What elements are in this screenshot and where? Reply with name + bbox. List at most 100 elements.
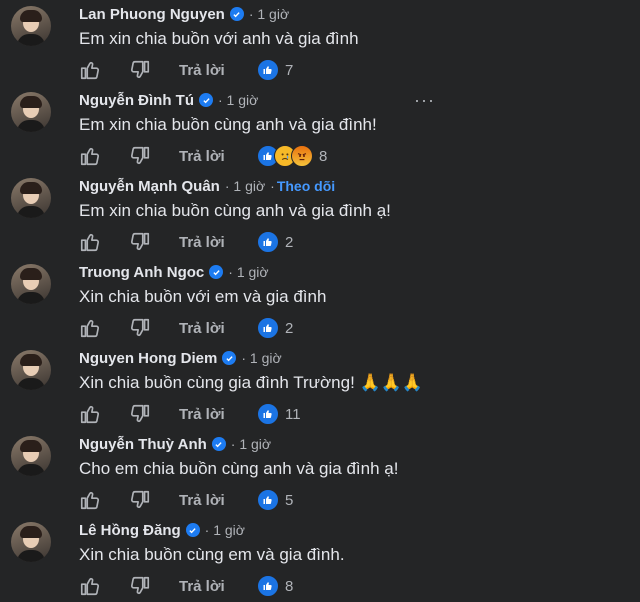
thumbs-down-icon[interactable] — [129, 145, 151, 167]
reaction-summary[interactable]: 8 — [257, 575, 293, 597]
thumbs-down-icon[interactable] — [129, 403, 151, 425]
thumbs-down-icon[interactable] — [129, 489, 151, 511]
verified-badge-icon — [211, 437, 226, 451]
comment-item: Nguyễn Thuỳ Anh · 1 giờ Cho em chia buồn … — [0, 430, 640, 516]
comment-item: Lan Phuong Nguyen · 1 giờ Em xin chia buồ… — [0, 0, 640, 86]
reaction-count: 8 — [285, 577, 294, 595]
verified-badge-icon — [229, 7, 244, 21]
thumbs-down-icon[interactable] — [129, 317, 151, 339]
comment-header: Nguyen Hong Diem · 1 giờ — [79, 347, 282, 369]
avatar[interactable] — [11, 350, 51, 390]
comment-actions: Trả lời 11 — [79, 403, 499, 427]
reaction-summary[interactable]: 7 — [257, 59, 293, 81]
comment-time[interactable]: · 1 giờ — [218, 92, 258, 108]
avatar[interactable] — [11, 264, 51, 304]
like-reaction-icon — [257, 489, 279, 511]
thumbs-up-icon[interactable] — [79, 317, 101, 339]
reply-button[interactable]: Trả lời — [179, 320, 225, 337]
comment-header: Nguyễn Thuỳ Anh · 1 giờ — [79, 433, 271, 455]
comment-time[interactable]: · 1 giờ — [241, 350, 281, 366]
comment-header: Nguyễn Mạnh Quân · 1 giờ · Theo dõi — [79, 175, 335, 197]
reply-button[interactable]: Trả lời — [179, 406, 225, 423]
comment-author-name[interactable]: Lê Hồng Đăng — [79, 522, 181, 539]
like-reaction-icon — [257, 231, 279, 253]
like-reaction-icon — [257, 403, 279, 425]
comment-author-name[interactable]: Nguyễn Đình Tú — [79, 92, 194, 109]
comment-item: Nguyễn Đình Tú · 1 giờ Em xin chia buồn c… — [0, 86, 640, 172]
thumbs-down-icon[interactable] — [129, 575, 151, 597]
reaction-summary[interactable]: 2 — [257, 231, 293, 253]
thumbs-up-icon[interactable] — [79, 575, 101, 597]
comment-header: Nguyễn Đình Tú · 1 giờ — [79, 89, 258, 111]
comment-time[interactable]: · 1 giờ — [205, 522, 245, 538]
avatar[interactable] — [11, 522, 51, 562]
comment-actions: Trả lời 7 — [79, 59, 499, 83]
thumbs-up-icon[interactable] — [79, 489, 101, 511]
comment-header: Lê Hồng Đăng · 1 giờ — [79, 519, 245, 541]
comment-header: Lan Phuong Nguyen · 1 giờ — [79, 3, 289, 25]
reaction-count: 11 — [285, 405, 301, 423]
avatar[interactable] — [11, 92, 51, 132]
comment-item: Nguyễn Mạnh Quân · 1 giờ · Theo dõi Em xin … — [0, 172, 640, 258]
comment-header: Truong Anh Ngoc · 1 giờ — [79, 261, 269, 283]
comment-text: Em xin chia buồn cùng anh và gia đình! — [79, 115, 377, 134]
comment-text: Xin chia buồn cùng em và gia đình. — [79, 545, 345, 564]
comment-author-name[interactable]: Nguyễn Thuỳ Anh — [79, 436, 207, 453]
reaction-count: 5 — [285, 491, 294, 509]
reaction-summary[interactable]: 2 — [257, 317, 293, 339]
avatar[interactable] — [11, 178, 51, 218]
angry-reaction-icon — [291, 145, 313, 167]
verified-badge-icon — [209, 265, 224, 279]
reaction-summary[interactable]: 5 — [257, 489, 293, 511]
thumbs-up-icon[interactable] — [79, 145, 101, 167]
reply-button[interactable]: Trả lời — [179, 492, 225, 509]
avatar[interactable] — [11, 436, 51, 476]
reaction-count: 2 — [285, 319, 294, 337]
comment-author-name[interactable]: Nguyễn Mạnh Quân — [79, 178, 220, 195]
reply-button[interactable]: Trả lời — [179, 234, 225, 251]
comment-text: Em xin chia buồn cùng anh và gia đình ạ! — [79, 201, 391, 220]
reaction-count: 7 — [285, 61, 294, 79]
thumbs-down-icon[interactable] — [129, 231, 151, 253]
comment-actions: Trả lời 2 — [79, 317, 499, 341]
thumbs-down-icon[interactable] — [129, 59, 151, 81]
comment-actions: Trả lời 2 — [79, 231, 499, 255]
comment-time[interactable]: · 1 giờ — [228, 264, 268, 280]
reaction-count: 2 — [285, 233, 294, 251]
reaction-count: 8 — [319, 147, 328, 165]
comment-author-name[interactable]: Lan Phuong Nguyen — [79, 6, 225, 23]
comment-text: Cho em chia buồn cùng anh và gia đình ạ! — [79, 459, 399, 478]
reply-button[interactable]: Trả lời — [179, 62, 225, 79]
more-options-icon[interactable]: ··· — [414, 90, 435, 111]
thumbs-up-icon[interactable] — [79, 403, 101, 425]
reply-button[interactable]: Trả lời — [179, 148, 225, 165]
comment-text: Xin chia buồn cùng gia đình Trường! 🙏🙏🙏 — [79, 373, 424, 392]
comment-time[interactable]: · 1 giờ — [249, 6, 289, 22]
comment-time[interactable]: · 1 giờ — [231, 436, 271, 452]
comment-actions: Trả lời 8 — [79, 575, 499, 599]
separator-dot: · — [270, 178, 275, 194]
comment-item: Truong Anh Ngoc · 1 giờ Xin chia buồn với… — [0, 258, 640, 344]
comment-time[interactable]: · 1 giờ — [225, 178, 265, 194]
reaction-summary[interactable]: 11 — [257, 403, 301, 425]
verified-badge-icon — [222, 351, 237, 365]
like-reaction-icon — [257, 317, 279, 339]
comment-text: Em xin chia buồn với anh và gia đình — [79, 29, 359, 48]
verified-badge-icon — [199, 93, 213, 107]
comment-item: Nguyen Hong Diem · 1 giờ Xin chia buồn cù… — [0, 344, 640, 430]
avatar[interactable] — [11, 6, 51, 46]
reply-button[interactable]: Trả lời — [179, 578, 225, 595]
like-reaction-icon — [257, 59, 279, 81]
reaction-summary[interactable]: 8 — [257, 145, 327, 167]
comment-actions: Trả lời 5 — [79, 489, 499, 513]
comment-text: Xin chia buồn với em và gia đình — [79, 287, 327, 306]
verified-badge-icon — [185, 523, 200, 537]
thumbs-up-icon[interactable] — [79, 231, 101, 253]
comment-author-name[interactable]: Nguyen Hong Diem — [79, 350, 217, 367]
comment-item: Lê Hồng Đăng · 1 giờ Xin chia buồn cùng e… — [0, 516, 640, 602]
comment-author-name[interactable]: Truong Anh Ngoc — [79, 264, 204, 281]
follow-button[interactable]: Theo dõi — [277, 178, 335, 194]
like-reaction-icon — [257, 575, 279, 597]
thumbs-up-icon[interactable] — [79, 59, 101, 81]
comment-actions: Trả lời 8 — [79, 145, 499, 169]
